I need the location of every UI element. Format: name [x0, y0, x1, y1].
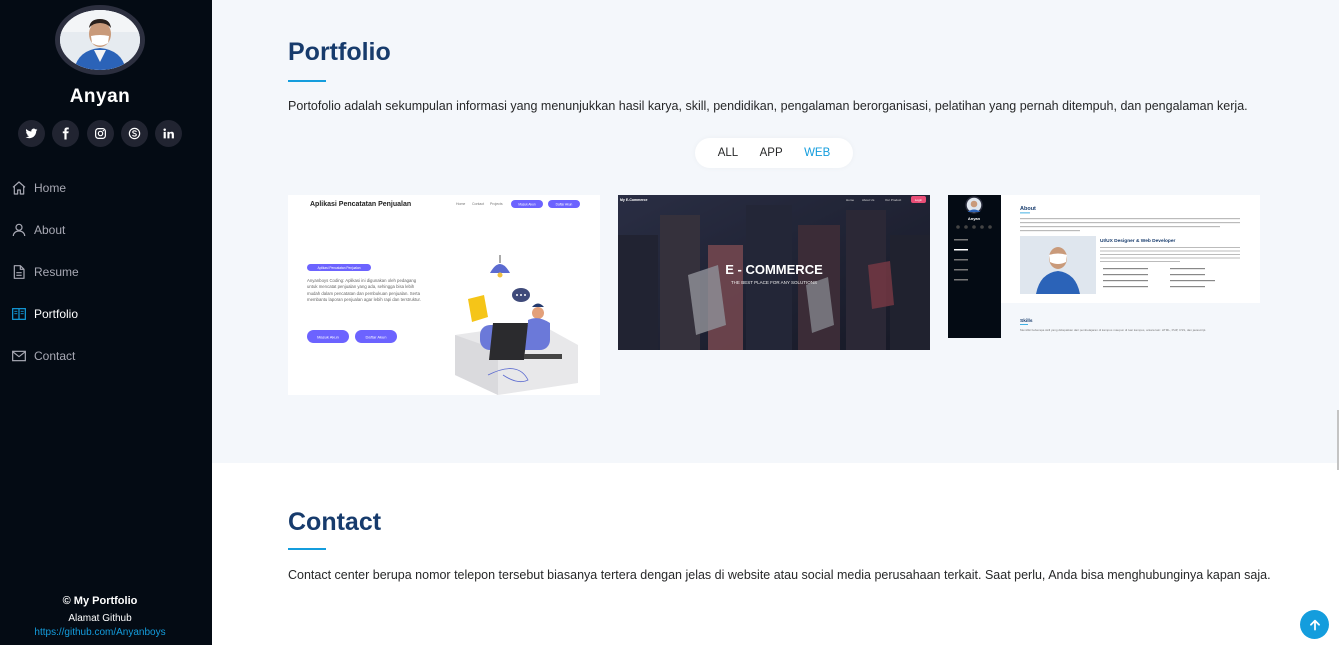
- skype-icon[interactable]: [120, 120, 148, 147]
- nav-label: About: [34, 223, 66, 237]
- section-description: Contact center berupa nomor telepon ters…: [288, 568, 1271, 582]
- card-nav-link: Home: [846, 198, 854, 202]
- sidebar-footer: © My Portfolio Alamat Github https://git…: [0, 595, 200, 638]
- file-icon: [11, 264, 27, 280]
- filter-web[interactable]: WEB: [804, 147, 830, 159]
- nav-label: Resume: [34, 265, 79, 279]
- mini-skills-text: Memiliki beberapa skill yang didapatkan …: [1020, 328, 1207, 332]
- nav-item-portfolio[interactable]: Portfolio: [0, 293, 212, 335]
- copyright: © My Portfolio: [62, 595, 138, 607]
- back-to-top-button[interactable]: [1300, 610, 1329, 639]
- nav-item-home[interactable]: Home: [0, 167, 212, 209]
- mini-skills-title: Skills: [1020, 318, 1033, 324]
- github-link[interactable]: https://github.com/Anyanboys: [0, 627, 200, 638]
- home-icon: [11, 180, 27, 196]
- sidebar-nav: Home About Resume Portfolio Contact: [0, 167, 212, 377]
- card-tagline: THE BEST PLACE FOR ANY SOLUTIONS: [731, 280, 817, 285]
- section-title: Portfolio: [288, 38, 391, 66]
- envelope-icon: [11, 348, 27, 364]
- portfolio-item-personal-site[interactable]: Anyan About UI/UX Designer & Web Develop…: [948, 195, 1260, 338]
- portfolio-filters: ALL APP WEB: [695, 138, 853, 168]
- instagram-icon[interactable]: [86, 120, 114, 147]
- card-title: Aplikasi Pencatatan Penjualan: [310, 201, 411, 208]
- card-cta: Daftar Akun: [366, 334, 387, 339]
- social-links: [18, 120, 182, 147]
- arrow-up-icon: [1309, 619, 1320, 631]
- book-icon: [11, 306, 27, 322]
- card-button: Daftar Akun: [556, 202, 573, 206]
- title-underline: [288, 548, 326, 550]
- nav-label: Portfolio: [34, 307, 79, 321]
- card-nav-link: Projects: [490, 202, 503, 206]
- nav-label: Home: [34, 181, 67, 195]
- card-button: Masuk Akun: [518, 202, 536, 206]
- card-brand: My E-Commerce: [620, 198, 647, 202]
- section-title: Contact: [288, 508, 382, 536]
- twitter-icon[interactable]: [18, 120, 45, 147]
- card-headline: E - COMMERCE: [725, 262, 823, 277]
- nav-item-about[interactable]: About: [0, 209, 212, 251]
- card-cta: Masuk Akun: [317, 334, 339, 339]
- nav-item-resume[interactable]: Resume: [0, 251, 212, 293]
- user-icon: [11, 222, 27, 238]
- card-nav-link: Contact: [472, 202, 484, 206]
- mini-about-title: About: [1020, 206, 1036, 212]
- card-body-text: Anyanboys Coding: Aplikasi ini digunakan…: [307, 278, 421, 302]
- sidebar: Anyan Home About Resume Portfolio Contac…: [0, 0, 212, 645]
- portfolio-item-ecommerce[interactable]: My E-Commerce Home About Us Our Product …: [618, 195, 930, 350]
- mini-sidebar-name: Anyan: [968, 216, 981, 221]
- nav-item-contact[interactable]: Contact: [0, 335, 212, 377]
- portfolio-section: Portfolio Portofolio adalah sekumpulan i…: [212, 0, 1339, 463]
- main-content: Portfolio Portofolio adalah sekumpulan i…: [212, 0, 1339, 645]
- portfolio-item-sales-app[interactable]: Aplikasi Pencatatan Penjualan Home Conta…: [288, 195, 600, 395]
- card-nav-link: Our Product: [885, 198, 901, 202]
- mini-role: UI/UX Designer & Web Developer: [1100, 238, 1175, 244]
- section-description: Portofolio adalah sekumpulan informasi y…: [288, 99, 1248, 113]
- filter-app[interactable]: APP: [760, 147, 783, 159]
- github-label: Alamat Github: [68, 613, 132, 624]
- card-login: Login: [915, 198, 923, 202]
- card-nav-link: Home: [456, 202, 465, 206]
- linkedin-icon[interactable]: [155, 120, 182, 147]
- title-underline: [288, 80, 326, 82]
- card-tag: Aplikasi Pencatatan Penjualan: [317, 266, 360, 270]
- filter-all[interactable]: ALL: [718, 147, 738, 159]
- profile-name: Anyan: [69, 86, 131, 107]
- card-nav-link: About Us: [862, 198, 875, 202]
- contact-section: Contact Contact center berupa nomor tele…: [212, 463, 1339, 645]
- nav-label: Contact: [34, 349, 76, 363]
- facebook-icon[interactable]: [52, 120, 80, 147]
- avatar: [55, 5, 145, 75]
